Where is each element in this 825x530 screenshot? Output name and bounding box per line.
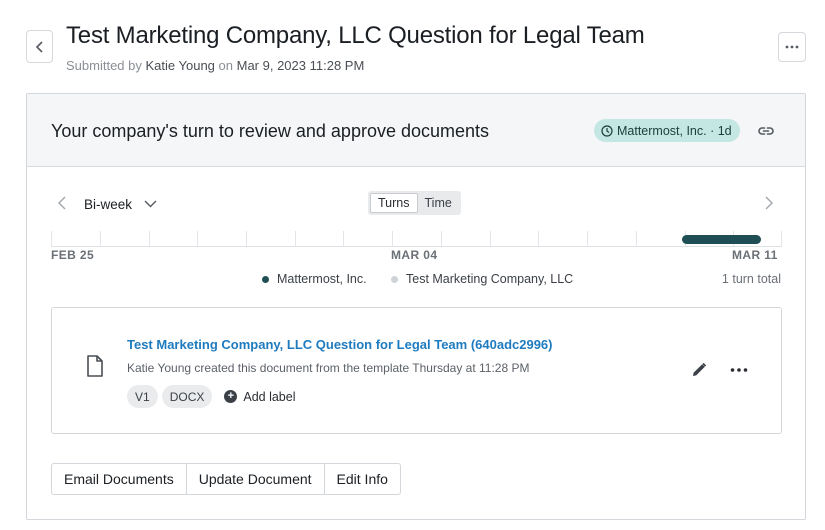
workflow-card: Your company's turn to review and approv…	[26, 93, 806, 520]
submitter-name: Katie Young	[145, 58, 215, 73]
timeline-tick	[343, 231, 345, 246]
legend-mattermost: Mattermost, Inc.	[262, 272, 367, 286]
period-select[interactable]: Bi-week	[84, 194, 157, 214]
link-icon[interactable]	[757, 122, 775, 140]
file-icon	[87, 355, 103, 377]
tag-filetype[interactable]: DOCX	[161, 385, 213, 408]
update-document-button[interactable]: Update Document	[185, 463, 325, 495]
plus-circle-icon: +	[224, 390, 238, 403]
timeline-prev-button[interactable]	[55, 194, 69, 212]
timeline-tick	[197, 231, 199, 246]
timeline-tick	[489, 231, 491, 246]
date-label-start: FEB 25	[51, 248, 95, 262]
document-description: Katie Young created this document from t…	[127, 361, 530, 375]
legend-dot	[262, 275, 269, 283]
document-actions: Email Documents Update Document Edit Inf…	[51, 463, 401, 495]
document-card: Test Marketing Company, LLC Question for…	[51, 307, 782, 434]
timeline-tick	[781, 231, 782, 246]
timeline-tick	[245, 231, 247, 246]
timeline-tick	[51, 231, 52, 246]
chevron-left-icon	[58, 196, 66, 210]
toggle-time[interactable]: Time	[418, 193, 459, 213]
more-horizontal-icon	[730, 368, 748, 372]
turn-total: 1 turn total	[721, 272, 781, 286]
back-button[interactable]	[26, 30, 53, 63]
email-documents-button[interactable]: Email Documents	[51, 463, 187, 495]
date-label-end: MAR 11	[732, 248, 778, 262]
timeline-tick	[440, 231, 442, 246]
pencil-icon[interactable]	[690, 361, 708, 379]
clock-icon	[601, 124, 613, 137]
add-label-text: Add label	[243, 389, 296, 404]
timeline-tick	[148, 231, 150, 246]
timeline-tick	[635, 231, 637, 246]
edit-info-button[interactable]: Edit Info	[323, 463, 401, 495]
timeline-tick	[538, 231, 540, 246]
timeline-tick	[587, 231, 589, 246]
status-header: Your company's turn to review and approv…	[27, 94, 805, 167]
submitted-prefix: Submitted by	[66, 58, 142, 73]
legend-test-marketing: Test Marketing Company, LLC	[391, 272, 573, 286]
more-horizontal-icon	[785, 45, 799, 49]
view-toggle: Turns Time	[368, 191, 461, 215]
legend-label: Test Marketing Company, LLC	[406, 272, 574, 286]
period-select-value: Bi-week	[84, 196, 133, 212]
current-party-badge: Mattermost, Inc. · 1d	[594, 119, 740, 142]
add-label-button[interactable]: + Add label	[224, 390, 295, 404]
timeline-tick	[392, 231, 394, 246]
submission-info: Submitted by Katie Young on Mar 9, 2023 …	[66, 58, 364, 73]
document-more-button[interactable]	[729, 364, 749, 376]
status-heading: Your company's turn to review and approv…	[51, 121, 490, 141]
timeline-tick	[99, 231, 101, 246]
chevron-right-icon	[765, 196, 773, 210]
date-label-mid: MAR 04	[391, 248, 438, 262]
legend-dot	[391, 275, 398, 283]
document-tags: V1 DOCX + Add label	[127, 385, 295, 408]
legend-label: Mattermost, Inc.	[277, 272, 367, 286]
on-word: on	[218, 58, 233, 73]
timeline-tick	[294, 231, 296, 246]
timeline-track	[51, 231, 782, 247]
document-title-link[interactable]: Test Marketing Company, LLC Question for…	[127, 337, 553, 352]
timeline-next-button[interactable]	[762, 194, 776, 212]
more-options-button[interactable]	[778, 32, 806, 62]
toggle-turns[interactable]: Turns	[370, 193, 418, 213]
chevron-down-icon	[144, 200, 157, 208]
page-title: Test Marketing Company, LLC Question for…	[66, 22, 645, 49]
submitted-date: Mar 9, 2023 11:28 PM	[236, 58, 365, 73]
party-badge-label: Mattermost, Inc. · 1d	[617, 123, 732, 138]
chevron-left-icon	[35, 40, 43, 53]
turn-bar[interactable]	[682, 235, 761, 244]
tag-version[interactable]: V1	[127, 385, 158, 408]
